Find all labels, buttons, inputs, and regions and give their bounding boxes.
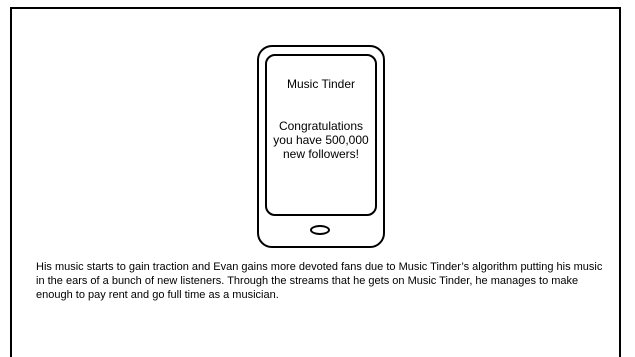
app-title: Music Tinder — [286, 77, 356, 91]
phone-illustration: Music Tinder Congratulations you have 50… — [257, 45, 385, 248]
home-button-icon — [310, 225, 330, 235]
panel-caption: His music starts to gain traction and Ev… — [36, 261, 603, 301]
phone-screen: Music Tinder Congratulations you have 50… — [265, 54, 377, 216]
storyboard-panel: Music Tinder Congratulations you have 50… — [10, 7, 621, 357]
notification-message: Congratulations you have 500,000 new fol… — [273, 119, 369, 161]
